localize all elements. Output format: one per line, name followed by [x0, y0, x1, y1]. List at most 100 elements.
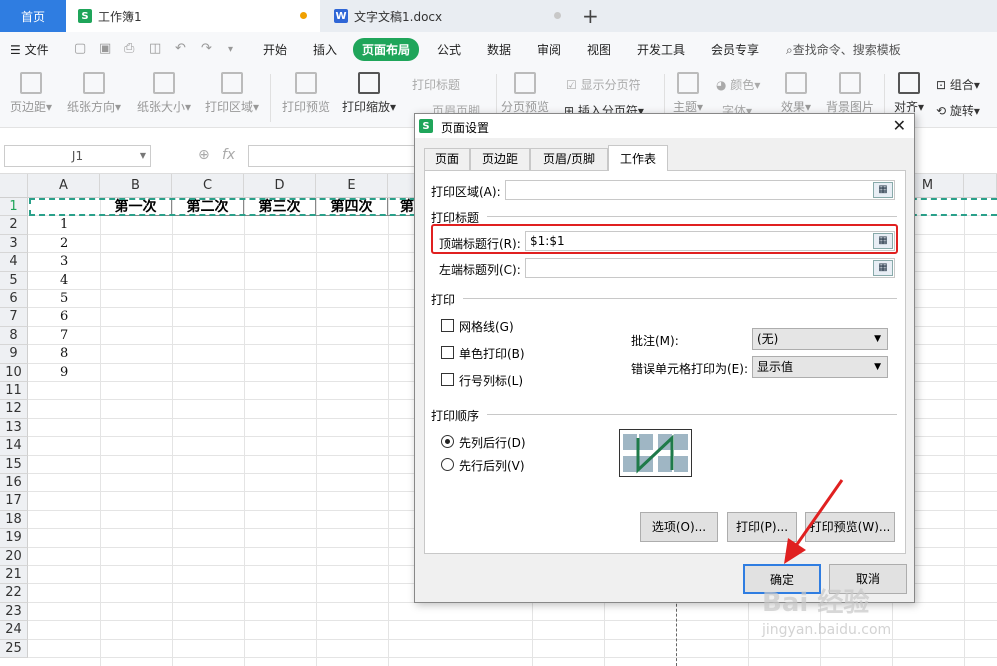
range-picker-icon[interactable]: ▦ — [873, 182, 893, 198]
row-header[interactable]: 13 — [0, 418, 28, 438]
file-menu[interactable]: ☰ 文件 — [10, 41, 49, 58]
save-icon[interactable]: ▢ — [74, 41, 86, 56]
row-header[interactable]: 8 — [0, 326, 28, 346]
print-icon[interactable]: ⎙ — [124, 41, 134, 56]
row-header[interactable]: 3 — [0, 234, 28, 254]
row-header[interactable]: 7 — [0, 308, 28, 327]
tab-sheet[interactable]: 工作表 — [608, 145, 668, 171]
table-cell[interactable]: 9 — [60, 365, 68, 380]
print-scale-button[interactable]: 打印缩放▾ — [340, 66, 398, 128]
row-header[interactable]: 2 — [0, 216, 28, 235]
orientation-button[interactable]: 纸张方向▾ — [64, 66, 124, 128]
table-cell[interactable]: 3 — [60, 254, 68, 269]
tab-margins[interactable]: 页边距 — [470, 148, 530, 170]
tab-home[interactable]: 首页 — [0, 0, 66, 32]
effects-icon — [785, 72, 807, 94]
preview-icon[interactable]: ◫ — [149, 41, 161, 56]
table-cell[interactable]: 6 — [60, 309, 68, 324]
menu-insert[interactable]: 插入 — [313, 41, 337, 58]
close-icon[interactable]: ✕ — [893, 116, 906, 135]
col-header-next[interactable] — [964, 174, 997, 198]
left-cols-field[interactable] — [525, 258, 895, 278]
row-header[interactable]: 6 — [0, 290, 28, 309]
row-header[interactable]: 22 — [0, 584, 28, 603]
name-box[interactable]: J1 ▼ — [4, 145, 151, 167]
menu-page-layout[interactable]: 页面布局 — [353, 38, 420, 61]
menu-developer[interactable]: 开发工具 — [637, 41, 685, 58]
show-page-breaks-checkbox[interactable]: ☑ 显示分页符 — [566, 76, 641, 93]
tab-page[interactable]: 页面 — [424, 148, 470, 170]
tab-document[interactable]: W 文字文稿1.docx — [322, 0, 572, 32]
print-area-field[interactable] — [505, 180, 895, 200]
row-col-headers-checkbox[interactable] — [441, 373, 454, 386]
print-titles-button[interactable]: 打印标题 — [412, 76, 460, 93]
menu-view[interactable]: 视图 — [587, 41, 611, 58]
fx-icon[interactable]: fx — [222, 147, 235, 163]
row-header[interactable]: 15 — [0, 455, 28, 474]
table-cell[interactable]: 8 — [60, 346, 68, 361]
menu-member[interactable]: 会员专享 — [711, 41, 759, 58]
tab-header-footer[interactable]: 页眉/页脚 — [530, 148, 608, 170]
row-header[interactable]: 18 — [0, 510, 28, 530]
row-header[interactable]: 1 — [0, 198, 28, 217]
col-header-d[interactable]: D — [244, 174, 316, 198]
range-picker-icon[interactable]: ▦ — [873, 260, 893, 276]
row-header[interactable]: 4 — [0, 253, 28, 272]
table-cell[interactable]: 4 — [60, 273, 68, 288]
margins-button[interactable]: 页边距▾ — [6, 66, 56, 128]
search-command[interactable]: ⌕查找命令、搜索模板 — [786, 41, 901, 58]
mono-checkbox[interactable] — [441, 346, 454, 359]
row-header[interactable]: 21 — [0, 566, 28, 585]
select-all-corner[interactable] — [0, 174, 28, 198]
print-button[interactable]: 打印(P)... — [727, 512, 797, 542]
new-tab-button[interactable]: + — [582, 4, 599, 28]
down-then-over-radio[interactable] — [441, 435, 454, 448]
col-header-a[interactable]: A — [28, 174, 100, 198]
options-button[interactable]: 选项(O)... — [640, 512, 718, 542]
rotate-button[interactable]: ⟲ 旋转▾ — [936, 102, 980, 119]
row-header[interactable]: 25 — [0, 639, 28, 658]
gridlines-checkbox[interactable] — [441, 319, 454, 332]
table-cell[interactable]: 7 — [60, 328, 68, 343]
menu-formulas[interactable]: 公式 — [437, 41, 461, 58]
row-header[interactable]: 20 — [0, 547, 28, 566]
cell-errors-select[interactable]: 显示值 ▼ — [752, 356, 888, 378]
redo-icon[interactable]: ↷ — [201, 41, 212, 56]
colors-button[interactable]: ◕ 颜色▾ — [716, 76, 760, 93]
paper-size-button[interactable]: 纸张大小▾ — [134, 66, 194, 128]
row-header[interactable]: 17 — [0, 492, 28, 511]
print-preview-dialog-button[interactable]: 打印预览(W)... — [805, 512, 895, 542]
table-cell[interactable]: 5 — [60, 291, 68, 306]
tab-close-dot-icon[interactable] — [554, 12, 561, 19]
row-header[interactable]: 19 — [0, 529, 28, 548]
row-header[interactable]: 11 — [0, 382, 28, 401]
col-header-b[interactable]: B — [100, 174, 172, 198]
row-header[interactable]: 10 — [0, 363, 28, 382]
menu-data[interactable]: 数据 — [487, 41, 511, 58]
table-cell[interactable]: 2 — [60, 236, 68, 251]
export-icon[interactable]: ▣ — [99, 41, 111, 56]
chevron-down-icon: ▼ — [874, 334, 881, 344]
formula-input[interactable] — [248, 145, 418, 167]
table-cell[interactable]: 1 — [60, 217, 68, 232]
comments-select[interactable]: (无) ▼ — [752, 328, 888, 350]
over-then-down-radio[interactable] — [441, 458, 454, 471]
row-header[interactable]: 9 — [0, 345, 28, 364]
row-header[interactable]: 12 — [0, 400, 28, 419]
row-header[interactable]: 14 — [0, 437, 28, 456]
print-area-button[interactable]: 打印区域▾ — [202, 66, 262, 128]
menu-start[interactable]: 开始 — [263, 41, 287, 58]
print-preview-button[interactable]: 打印预览 — [280, 66, 332, 128]
col-header-c[interactable]: C — [172, 174, 244, 198]
zoom-icon[interactable]: ⊕ — [198, 147, 210, 163]
col-header-e[interactable]: E — [316, 174, 388, 198]
row-header[interactable]: 23 — [0, 602, 28, 622]
tab-workbook[interactable]: S 工作簿1 — [66, 0, 320, 32]
row-header[interactable]: 24 — [0, 621, 28, 640]
row-header[interactable]: 5 — [0, 271, 28, 290]
menu-review[interactable]: 审阅 — [537, 41, 561, 58]
row-header[interactable]: 16 — [0, 474, 28, 493]
undo-icon[interactable]: ↶ — [175, 41, 186, 56]
more-icon[interactable]: ▾ — [228, 44, 233, 55]
group-button[interactable]: ⊡ 组合▾ — [936, 76, 980, 93]
